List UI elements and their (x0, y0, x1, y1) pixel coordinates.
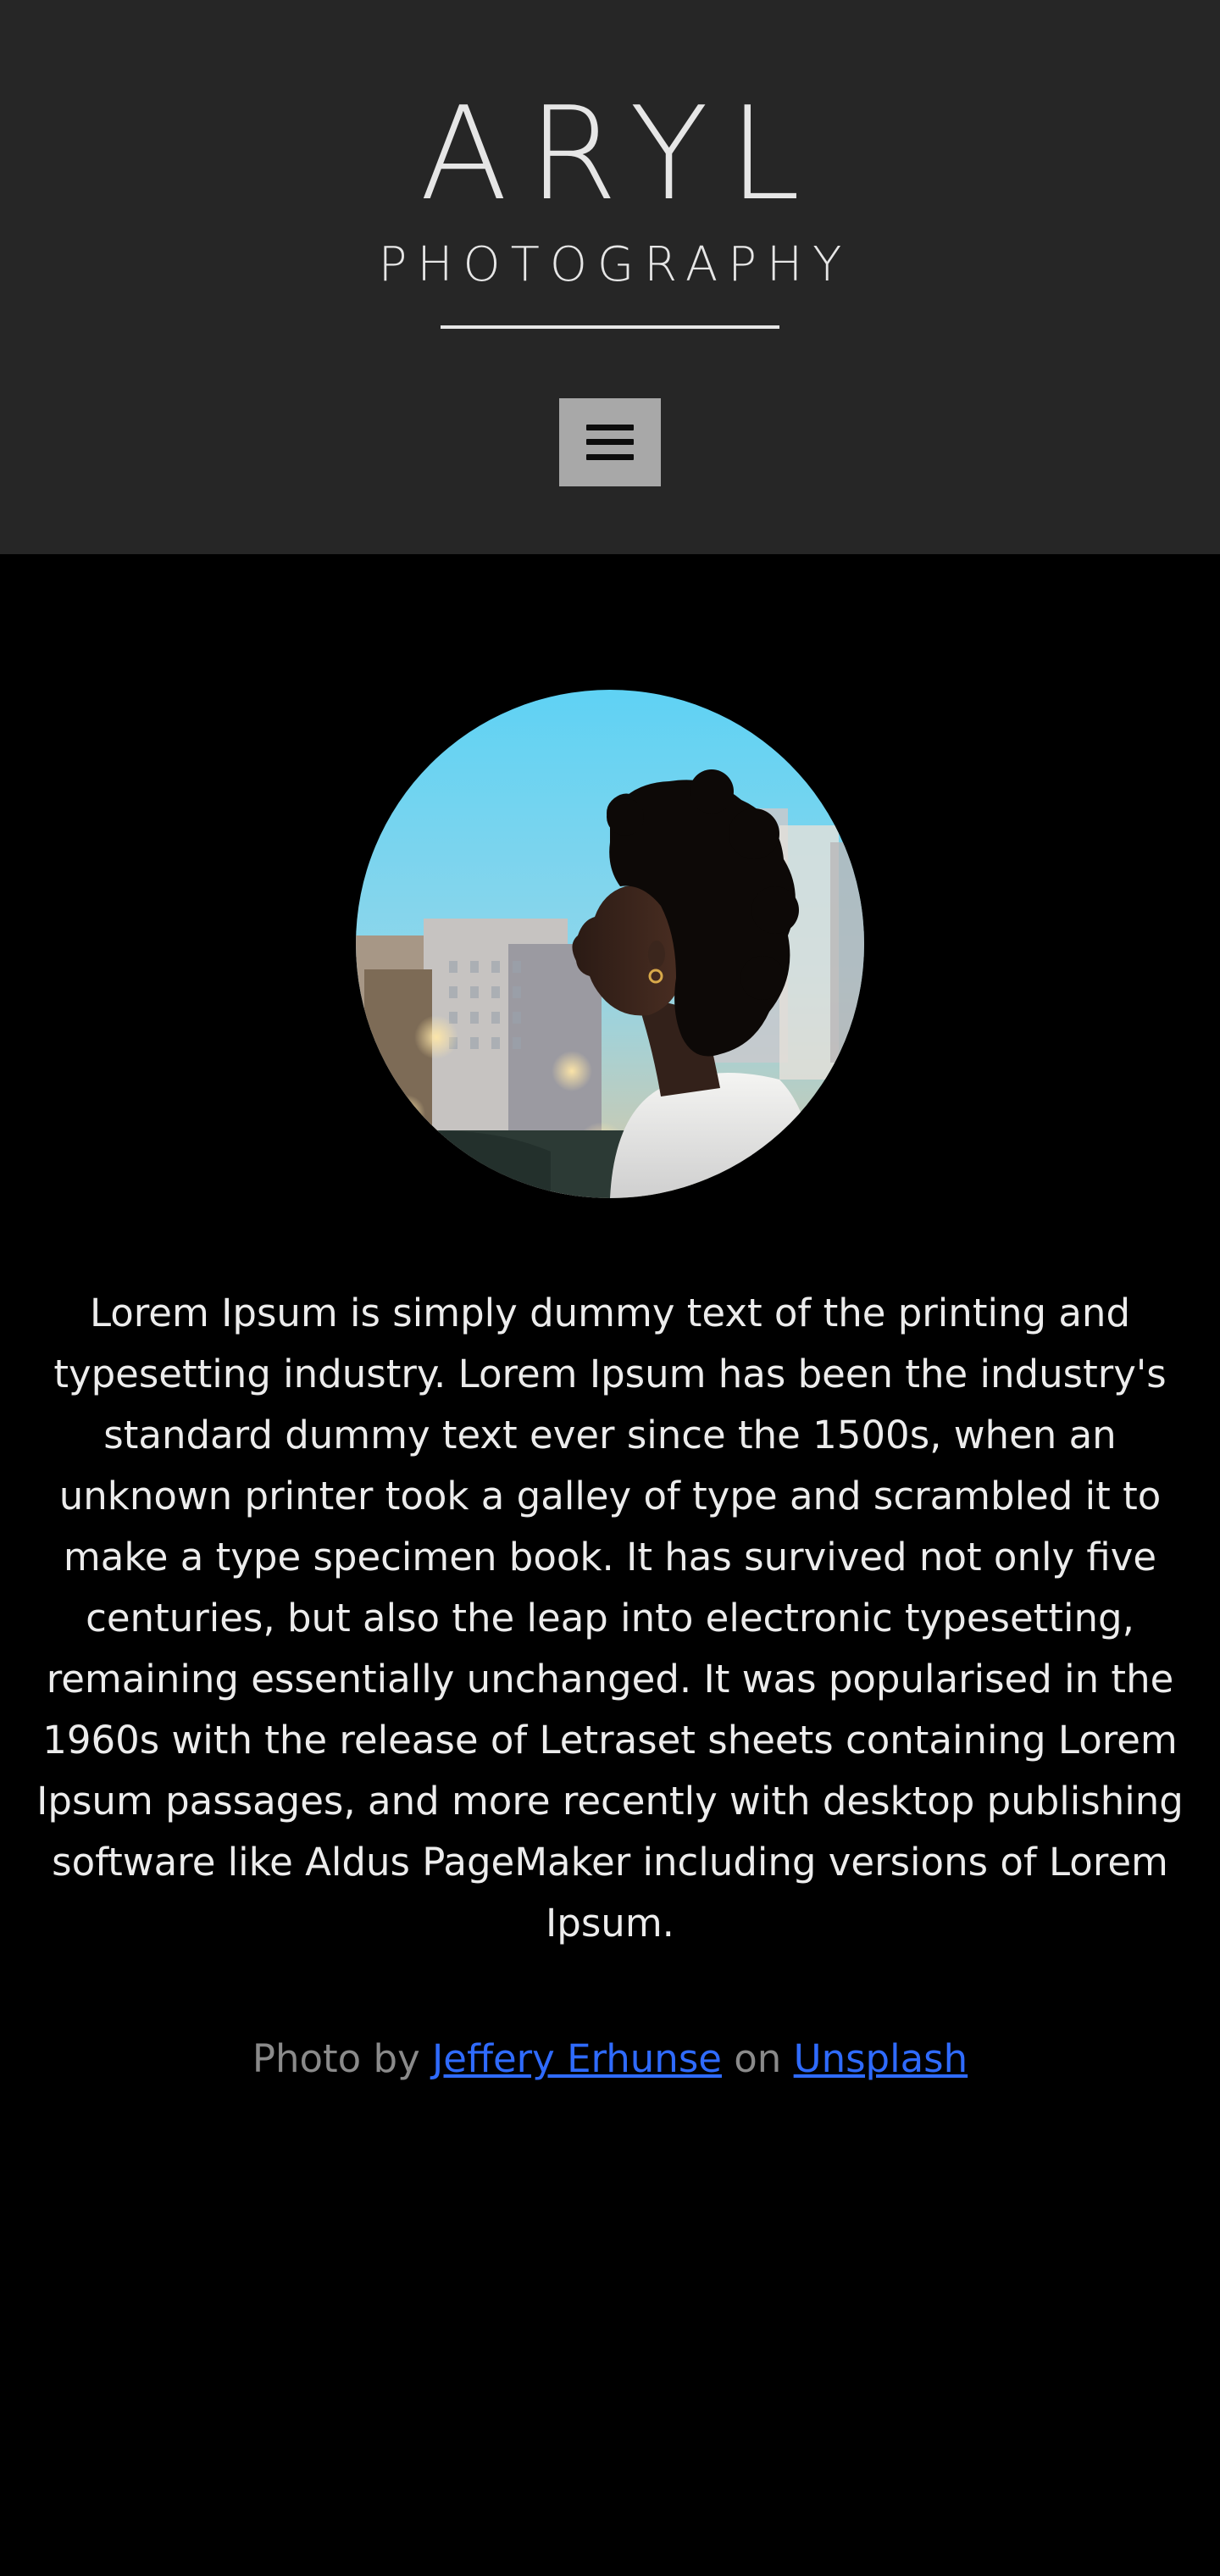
unsplash-link[interactable]: Unsplash (794, 2036, 968, 2081)
site-header: ARYL PHOTOGRAPHY (0, 0, 1220, 554)
brand-subtitle: PHOTOGRAPHY (378, 237, 852, 292)
hamburger-icon (586, 425, 634, 460)
credit-prefix: Photo by (252, 2036, 420, 2081)
brand-title: ARYL (419, 79, 821, 229)
photo-credit: Photo by Jeffery Erhunse on Unsplash (0, 2029, 1220, 2090)
credit-middle: on (734, 2036, 782, 2081)
main-content: Lorem Ipsum is simply dummy text of the … (0, 554, 1220, 2576)
photographer-link[interactable]: Jeffery Erhunse (432, 2036, 722, 2081)
portrait-photo (356, 690, 864, 1198)
bio-paragraph: Lorem Ipsum is simply dummy text of the … (36, 1291, 1184, 1946)
brand-divider (441, 325, 779, 329)
menu-toggle-button[interactable] (559, 398, 661, 486)
